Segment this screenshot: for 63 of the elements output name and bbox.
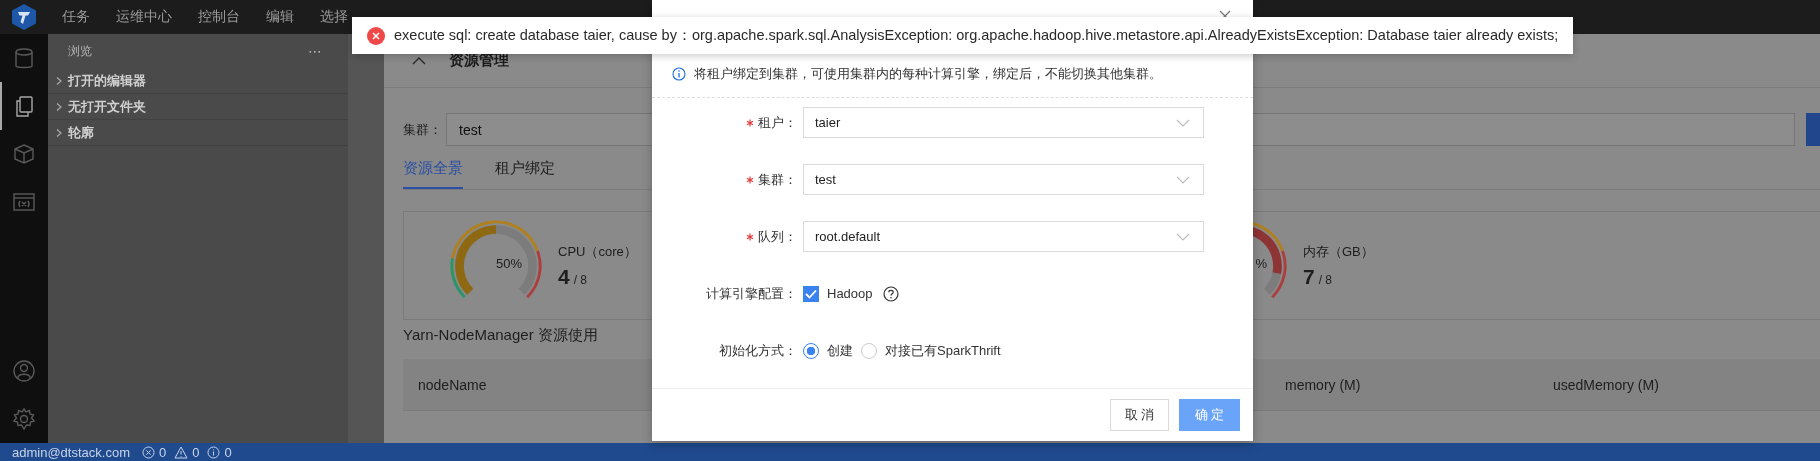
logo-icon (11, 3, 37, 31)
field-label: 队列： (758, 227, 797, 246)
cube-icon[interactable] (13, 143, 35, 165)
more-button[interactable]: ⋯ (308, 43, 322, 59)
gauge-label: CPU（core） (558, 242, 637, 261)
info-icon (672, 66, 686, 81)
field-label: 初始化方式： (719, 341, 797, 360)
error-icon[interactable] (141, 445, 155, 459)
menu-item[interactable]: 任务 (62, 8, 90, 26)
chevron-down-icon (1176, 118, 1190, 127)
select-field[interactable]: root.default (803, 221, 1204, 252)
column-header: nodeName (417, 376, 488, 393)
section-title: Yarn-NodeManager 资源使用 (403, 326, 599, 345)
total-value: / 8 (1318, 272, 1333, 287)
chevron-down-icon (1176, 232, 1190, 241)
cancel-button[interactable]: 取 消 (1110, 399, 1169, 431)
error-message: execute sql: create database taier, cause by：org.apache.spark.sql.AnalysisException: org.apache.hadoop.hive.metastore.api.AlreadyExistsException: Database taier already exists; (394, 26, 1559, 45)
menu-item[interactable]: 选择 (320, 8, 348, 26)
error-icon (367, 26, 385, 45)
select-field[interactable]: taier (803, 107, 1204, 138)
select-field[interactable]: test (803, 164, 1204, 195)
field-label: 集群： (758, 170, 797, 189)
sidebar-title: 浏览 (68, 42, 92, 60)
database-icon[interactable] (13, 47, 35, 69)
files-icon[interactable] (13, 95, 35, 117)
help-icon[interactable] (882, 285, 899, 302)
radio-button[interactable] (803, 342, 819, 359)
info-count: 0 (224, 444, 232, 460)
required-icon (746, 118, 754, 127)
radio-label: 对接已有SparkThrift (885, 341, 1001, 360)
account-icon[interactable] (13, 360, 35, 382)
used-value: 4 (558, 264, 570, 288)
field-label: 租户： (758, 113, 797, 132)
field-label: 集群： (403, 120, 443, 139)
total-value: / 8 (573, 272, 588, 287)
column-header: memory (M) (1284, 376, 1362, 393)
sidebar-section[interactable]: 轮廓 (48, 120, 348, 146)
gauge-label: 内存（GB） (1303, 242, 1374, 261)
info-text: 将租户绑定到集群，可使用集群内的每种计算引擎，绑定后，不能切换其他集群。 (694, 64, 1162, 83)
menu-item[interactable]: 运维中心 (116, 8, 172, 26)
variable-icon[interactable] (13, 191, 35, 213)
menu-item[interactable]: 编辑 (266, 8, 294, 26)
required-icon (746, 232, 754, 241)
used-value: 7 (1303, 264, 1315, 288)
warning-count: 0 (192, 444, 200, 460)
error-count: 0 (158, 444, 167, 460)
checkbox-label: Hadoop (827, 286, 873, 301)
sidebar-section[interactable]: 无打开文件夹 (48, 94, 348, 120)
required-icon (746, 175, 754, 184)
sidebar-section[interactable]: 打开的编辑器 (48, 68, 348, 94)
column-header: usedMemory (M) (1552, 376, 1660, 393)
radio-label: 创建 (827, 341, 853, 360)
warning-icon[interactable] (174, 445, 189, 459)
checkbox[interactable] (803, 285, 819, 302)
gauge-percent: % (1255, 255, 1267, 271)
field-label: 计算引擎配置： (706, 284, 797, 303)
user-email: admin@dtstack.com (12, 444, 130, 460)
settings-icon[interactable] (13, 408, 35, 430)
chevron-down-icon (1176, 175, 1190, 184)
tab[interactable]: 租户绑定 (495, 150, 555, 189)
menu-item[interactable]: 控制台 (198, 8, 240, 26)
info-icon[interactable] (207, 445, 221, 459)
gauge-percent: 50% (495, 255, 522, 271)
